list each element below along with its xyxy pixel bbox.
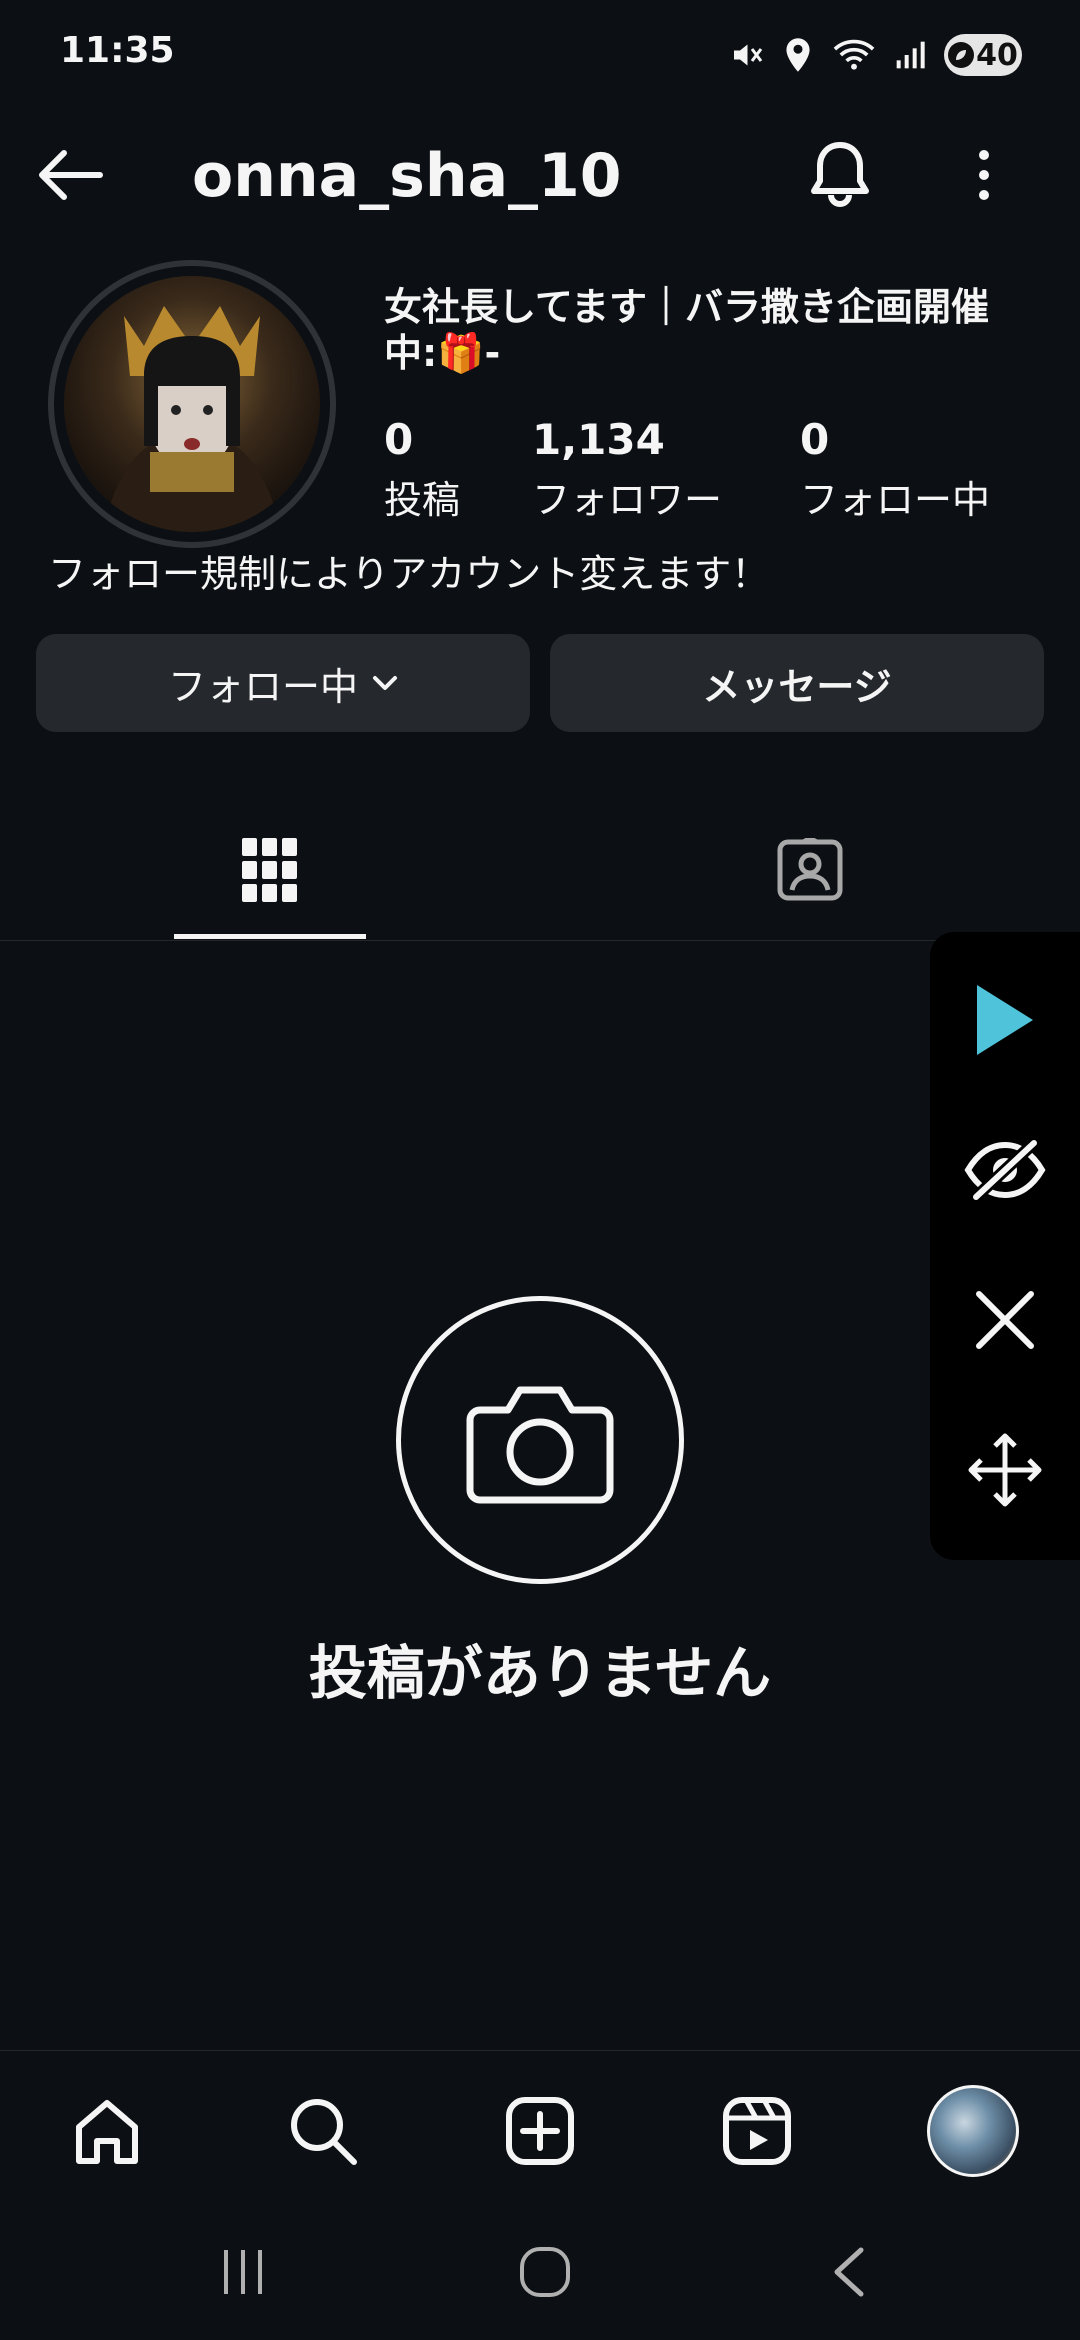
overlay-move-handle[interactable]	[955, 1420, 1055, 1520]
bottom-nav-divider	[0, 2050, 1080, 2051]
grid-icon	[242, 838, 297, 902]
stat-posts[interactable]: 0 投稿	[384, 412, 460, 528]
back-chevron-icon	[834, 2247, 864, 2297]
close-icon	[976, 1291, 1034, 1349]
bell-icon	[811, 142, 869, 207]
system-recents-button[interactable]	[188, 2232, 298, 2312]
chevron-down-icon	[373, 676, 397, 690]
profile-bio: フォロー規制によりアカウント変えます！	[48, 552, 770, 596]
message-button[interactable]: メッセージ	[550, 634, 1044, 732]
nav-reels[interactable]	[702, 2076, 812, 2186]
recents-icon	[224, 2250, 262, 2294]
tab-posts-grid[interactable]	[220, 820, 320, 920]
profile-avatar[interactable]	[48, 260, 336, 548]
avatar-image	[64, 276, 320, 532]
tab-tagged[interactable]	[760, 820, 860, 920]
mute-icon	[728, 37, 764, 73]
battery-icon: 40	[944, 34, 1022, 76]
nav-search[interactable]	[268, 2076, 378, 2186]
stat-posts-label: 投稿	[384, 478, 461, 522]
battery-level: 40	[976, 37, 1018, 73]
stat-posts-value: 0	[384, 415, 414, 464]
following-button-label: フォロー中	[167, 664, 358, 709]
create-icon	[506, 2097, 574, 2165]
overlay-hide-button[interactable]	[955, 1120, 1055, 1220]
stat-following-label: フォロー中	[800, 478, 991, 522]
reels-icon	[723, 2097, 791, 2165]
overlay-play-button[interactable]	[955, 970, 1055, 1070]
search-icon	[291, 2099, 357, 2165]
message-button-label: メッセージ	[702, 664, 892, 709]
profile-username: onna_sha_10	[192, 141, 622, 211]
nav-create[interactable]	[485, 2076, 595, 2186]
following-button[interactable]: フォロー中	[36, 634, 530, 732]
overlay-close-button[interactable]	[955, 1270, 1055, 1370]
nav-home[interactable]	[52, 2076, 162, 2186]
play-icon	[977, 985, 1033, 1055]
stat-followers-label: フォロワー	[532, 478, 723, 522]
back-arrow-icon	[39, 150, 103, 200]
location-icon	[782, 37, 814, 73]
home-circle-icon	[520, 2247, 570, 2297]
profile-avatar-thumbnail	[927, 2085, 1019, 2177]
system-back-button[interactable]	[794, 2232, 904, 2312]
hide-icon	[964, 1138, 1046, 1202]
stat-following-value: 0	[800, 415, 830, 464]
wifi-icon	[832, 37, 876, 73]
status-icons: 40	[728, 30, 1022, 80]
home-icon	[76, 2100, 138, 2164]
more-options-button[interactable]	[944, 135, 1024, 215]
tab-divider	[0, 940, 1080, 941]
empty-state-text: 投稿がありません	[308, 1639, 772, 1707]
stat-followers-value: 1,134	[532, 415, 665, 464]
profile-full-name: 女社長してます｜バラ撒き企画開催中:🎁-	[384, 285, 989, 375]
stat-following[interactable]: 0 フォロー中	[800, 412, 990, 528]
tagged-icon	[777, 838, 843, 901]
empty-state-circle	[396, 1296, 684, 1584]
signal-icon	[894, 37, 926, 73]
camera-icon	[466, 1386, 614, 1504]
active-tab-indicator	[174, 934, 366, 939]
status-time: 11:35	[60, 30, 175, 71]
notifications-button[interactable]	[800, 135, 880, 215]
move-icon	[968, 1433, 1042, 1507]
nav-profile[interactable]	[918, 2076, 1028, 2186]
stat-followers[interactable]: 1,134 フォロワー	[532, 412, 722, 528]
back-button[interactable]	[30, 135, 110, 215]
more-vertical-icon	[979, 150, 989, 200]
system-home-button[interactable]	[490, 2232, 600, 2312]
